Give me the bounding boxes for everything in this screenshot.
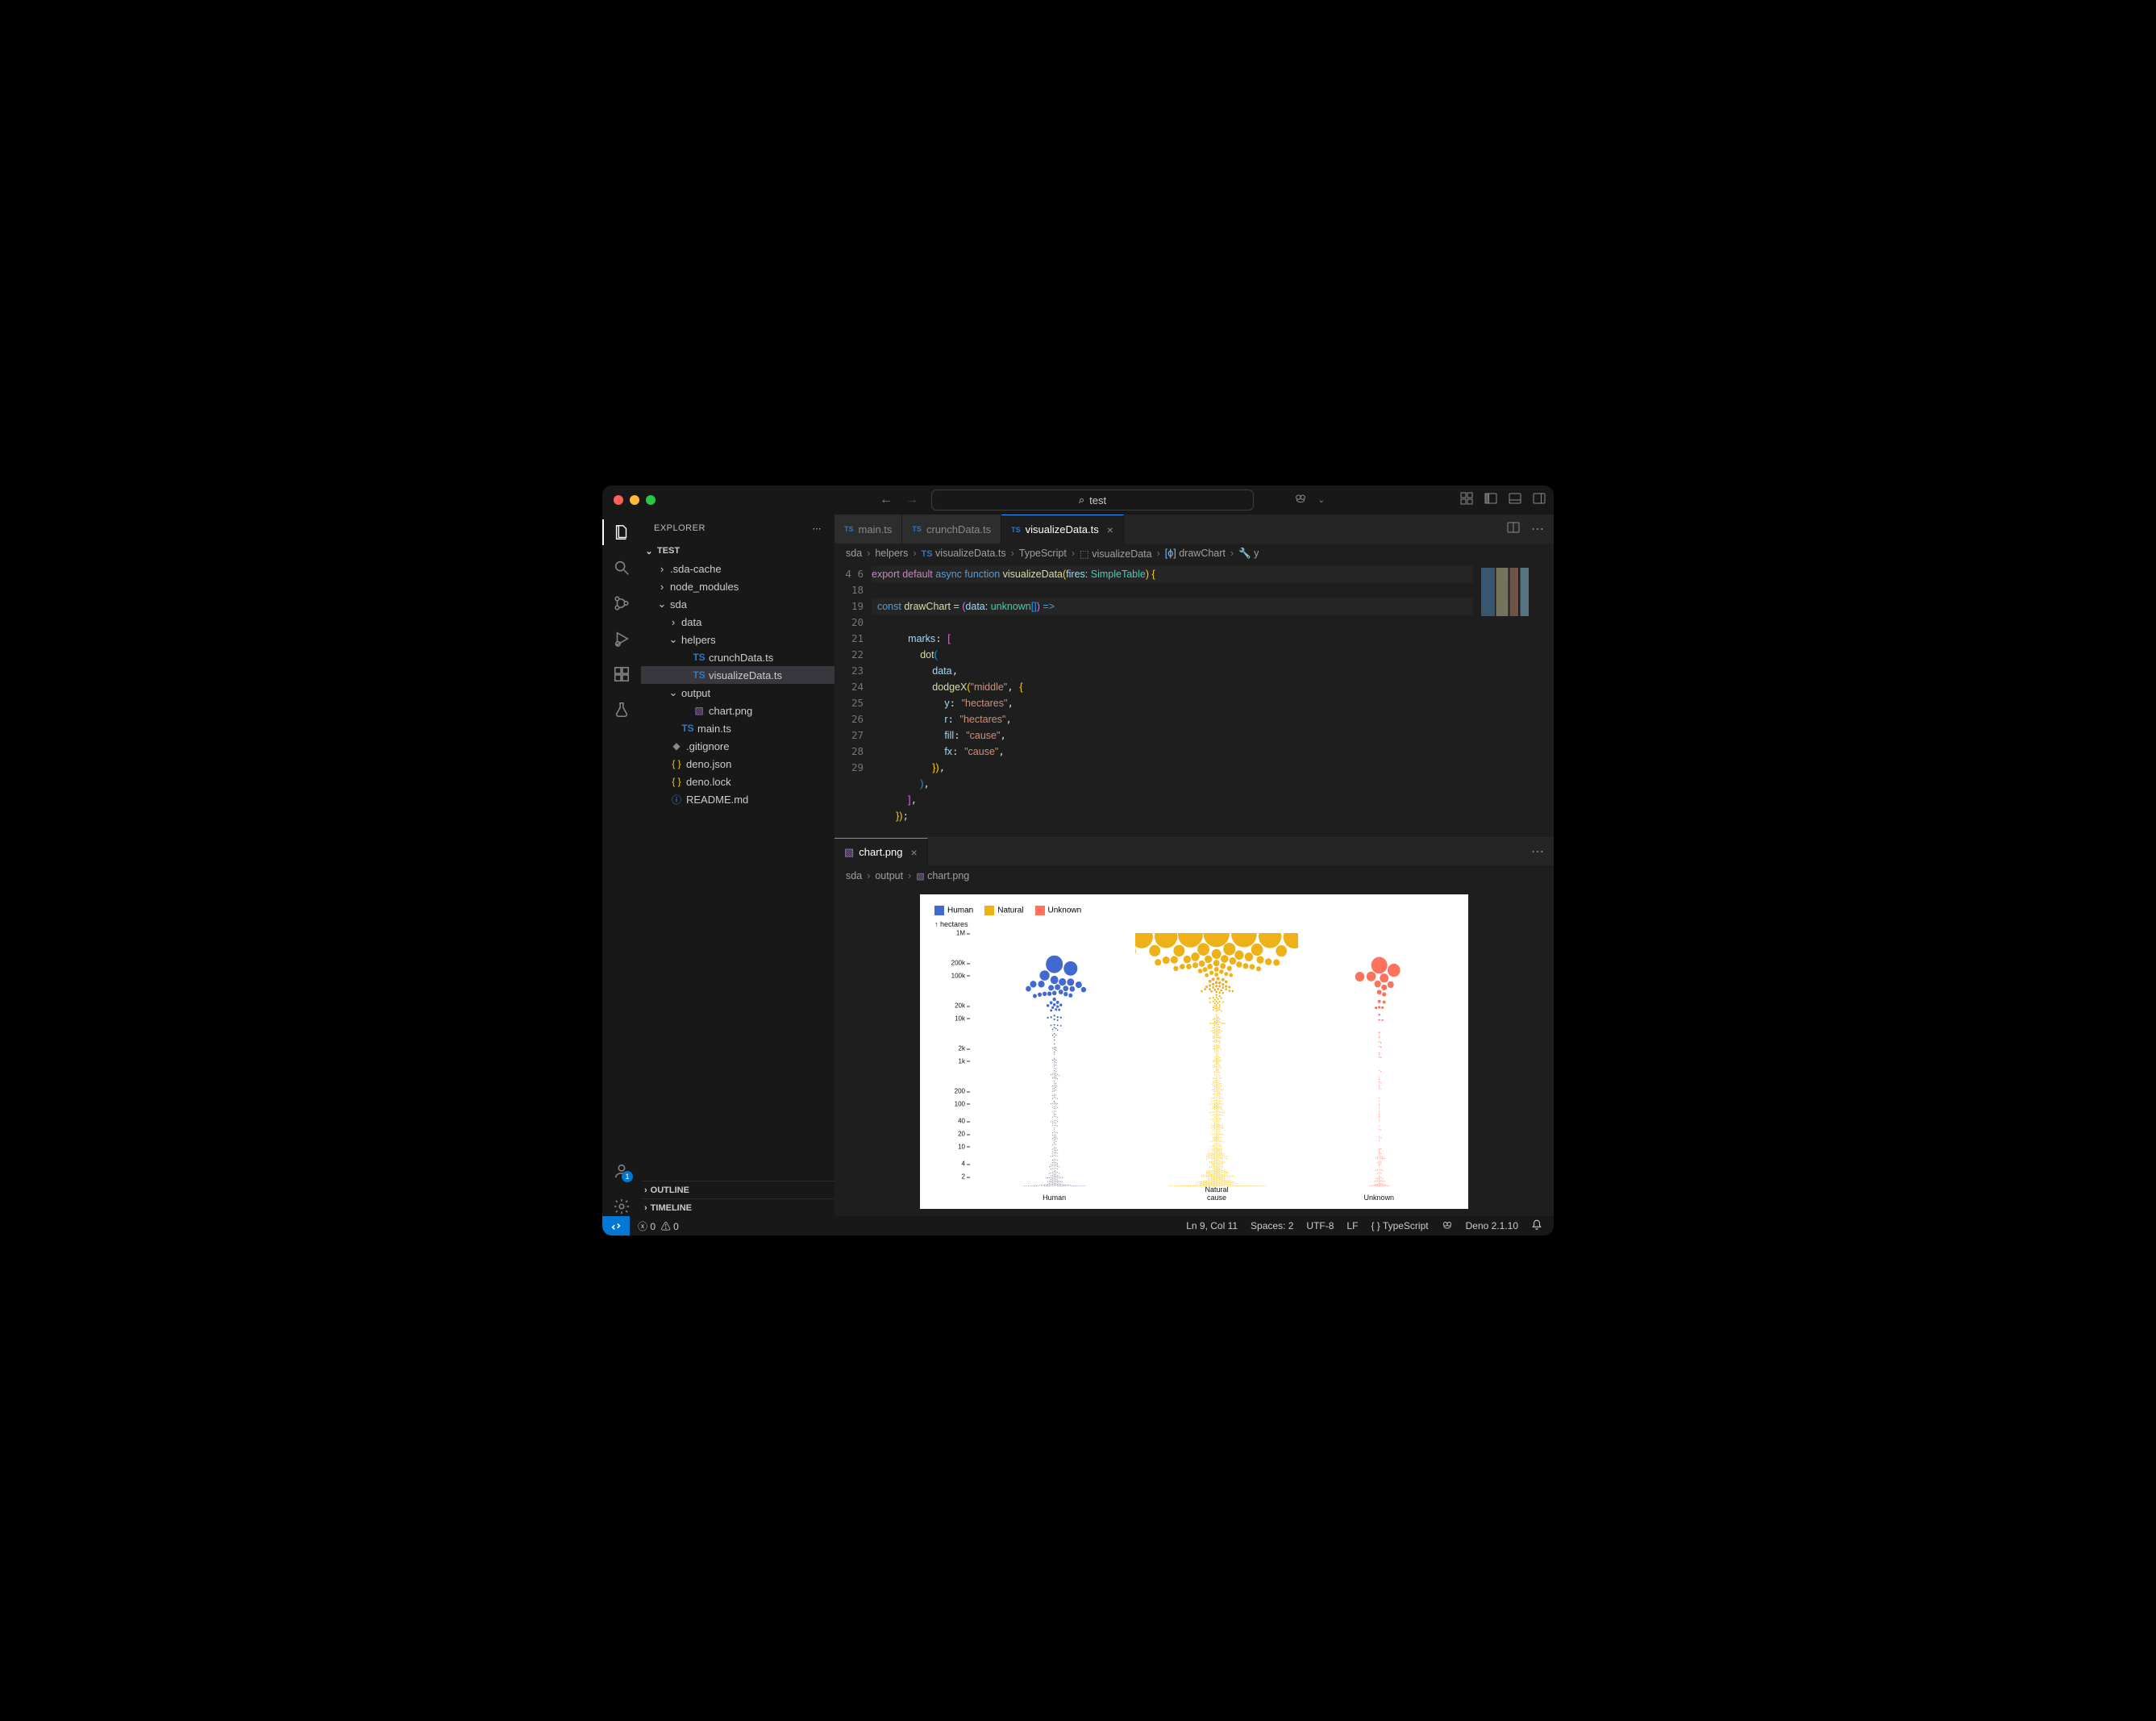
split-editor-icon[interactable] xyxy=(1507,521,1520,538)
facet-label: Natural cause xyxy=(1135,1186,1297,1202)
chart-preview: Human Natural Unknown ↑ hectares 1M200k100… xyxy=(920,894,1468,1209)
file-tree: ⌄TEST ›.sda-cache›node_modules⌄sda›data⌄… xyxy=(641,542,835,1181)
accounts-badge: 1 xyxy=(622,1171,633,1182)
tree-folder[interactable]: ›node_modules xyxy=(641,577,835,595)
breadcrumb-item[interactable]: sda xyxy=(846,548,862,559)
breadcrumb-item[interactable]: 🔧 y xyxy=(1238,548,1259,560)
status-copilot-icon[interactable] xyxy=(1442,1219,1453,1233)
explorer-title: EXPLORER xyxy=(654,523,705,533)
tree-folder[interactable]: ›.sda-cache xyxy=(641,560,835,577)
editor-group: TSmain.tsTScrunchData.tsTSvisualizeData.… xyxy=(835,515,1554,1216)
tree-file[interactable]: { }deno.json xyxy=(641,755,835,773)
status-bar: ⓧ 0 ⚠ 0 Ln 9, Col 11 Spaces: 2 UTF-8 LF … xyxy=(602,1216,1554,1236)
breadcrumb-item[interactable]: ▧ chart.png xyxy=(916,870,969,881)
legend-item: Natural xyxy=(984,906,1023,915)
code-editor[interactable]: 4 6 18 19 20 21 22 23 24 25 26 27 28 29 … xyxy=(835,563,1554,837)
tree-file[interactable]: TScrunchData.ts xyxy=(641,648,835,666)
activity-run-debug-icon[interactable] xyxy=(612,629,631,648)
tree-folder[interactable]: ⌄helpers xyxy=(641,631,835,648)
tree-folder[interactable]: ›data xyxy=(641,613,835,631)
outline-section[interactable]: ›OUTLINE xyxy=(641,1181,835,1198)
tree-folder[interactable]: ⌄output xyxy=(641,684,835,702)
preview-tabs: ▧chart.png× ⋯ xyxy=(835,838,1554,865)
breadcrumb-item[interactable]: output xyxy=(875,870,903,881)
minimap[interactable] xyxy=(1473,563,1554,837)
tree-folder[interactable]: ⌄sda xyxy=(641,595,835,613)
status-runtime[interactable]: Deno 2.1.10 xyxy=(1466,1220,1518,1231)
explorer-more-icon[interactable]: ⋯ xyxy=(813,523,822,534)
editor-more-icon[interactable]: ⋯ xyxy=(1531,521,1544,537)
activity-source-control-icon[interactable] xyxy=(612,594,631,613)
activity-extensions-icon[interactable] xyxy=(612,665,631,684)
status-cursor-position[interactable]: Ln 9, Col 11 xyxy=(1186,1220,1238,1231)
facet-label: Human xyxy=(973,1194,1135,1202)
editor-tab[interactable]: ▧chart.png× xyxy=(835,838,928,865)
status-problems[interactable]: ⓧ 0 ⚠ 0 xyxy=(638,1219,679,1233)
tree-file[interactable]: TSvisualizeData.ts xyxy=(641,666,835,684)
toggle-panel-left-icon[interactable] xyxy=(1484,492,1497,509)
breadcrumb-item[interactable]: [ϕ] drawChart xyxy=(1165,548,1226,559)
preview-panel: ▧chart.png× ⋯ sda›output›▧ chart.png Huma… xyxy=(835,837,1554,1216)
chart-y-axis: 1M200k100k20k10k2k1k20010040201042 xyxy=(934,933,965,1177)
legend-item: Human xyxy=(934,906,973,915)
preview-more-icon[interactable]: ⋯ xyxy=(1531,844,1544,860)
timeline-section[interactable]: ›TIMELINE xyxy=(641,1198,835,1216)
breadcrumb[interactable]: sda›helpers›TS visualizeData.ts›TypeScri… xyxy=(835,544,1554,563)
status-eol[interactable]: LF xyxy=(1346,1220,1358,1231)
minimize-window-button[interactable] xyxy=(630,495,639,505)
activity-bar: 1 xyxy=(602,515,641,1216)
remote-indicator[interactable] xyxy=(602,1216,630,1236)
breadcrumb-item[interactable]: helpers xyxy=(875,548,908,559)
close-tab-icon[interactable]: × xyxy=(1107,523,1113,536)
chart-legend: Human Natural Unknown xyxy=(934,906,1081,915)
preview-breadcrumb[interactable]: sda›output›▧ chart.png xyxy=(835,865,1554,886)
titlebar: ← → ⌕ test ⌄ xyxy=(602,485,1554,515)
activity-search-icon[interactable] xyxy=(612,558,631,577)
tree-file[interactable]: ⓘREADME.md xyxy=(641,790,835,808)
maximize-window-button[interactable] xyxy=(646,495,656,505)
command-center[interactable]: ⌕ test xyxy=(931,490,1254,510)
warning-icon: ⚠ xyxy=(661,1221,671,1232)
activity-settings-icon[interactable] xyxy=(612,1197,631,1216)
facet-label: Unknown xyxy=(1298,1194,1460,1202)
editor-tab[interactable]: TSmain.ts xyxy=(835,515,902,544)
editor-tab[interactable]: TSvisualizeData.ts× xyxy=(1001,515,1124,544)
nav-back-icon[interactable]: ← xyxy=(880,493,893,507)
status-language-mode[interactable]: { } TypeScript xyxy=(1371,1220,1428,1231)
search-icon: ⌕ xyxy=(1079,494,1084,506)
breadcrumb-item[interactable]: TS visualizeData.ts xyxy=(922,548,1006,559)
nav-forward-icon[interactable]: → xyxy=(905,493,918,507)
vscode-window: ← → ⌕ test ⌄ 1 xyxy=(602,485,1554,1236)
breadcrumb-item[interactable]: sda xyxy=(846,870,862,881)
activity-testing-icon[interactable] xyxy=(612,700,631,719)
activity-accounts-icon[interactable]: 1 xyxy=(612,1161,631,1181)
status-encoding[interactable]: UTF-8 xyxy=(1306,1220,1334,1231)
explorer-sidebar: EXPLORER ⋯ ⌄TEST ›.sda-cache›node_module… xyxy=(641,515,835,1216)
tree-file[interactable]: ◆.gitignore xyxy=(641,737,835,755)
breadcrumb-item[interactable]: TypeScript xyxy=(1019,548,1067,559)
chart-facets: HumanNatural causeUnknown xyxy=(973,933,1460,1186)
window-controls xyxy=(614,495,656,505)
chart-y-label: ↑ hectares xyxy=(934,920,968,928)
tree-root[interactable]: ⌄TEST xyxy=(641,542,835,560)
editor-tabs: TSmain.tsTScrunchData.tsTSvisualizeData.… xyxy=(835,515,1554,544)
copilot-icon[interactable] xyxy=(1294,492,1307,509)
command-center-text: test xyxy=(1089,494,1106,506)
close-window-button[interactable] xyxy=(614,495,623,505)
tree-file[interactable]: ▧chart.png xyxy=(641,702,835,719)
toggle-panel-bottom-icon[interactable] xyxy=(1509,492,1521,509)
activity-explorer-icon[interactable] xyxy=(612,523,631,542)
tree-file[interactable]: { }deno.lock xyxy=(641,773,835,790)
breadcrumb-item[interactable]: ⬚ visualizeData xyxy=(1080,548,1152,560)
copilot-chevron-icon[interactable]: ⌄ xyxy=(1318,496,1325,505)
legend-item: Unknown xyxy=(1035,906,1082,915)
toggle-panel-right-icon[interactable] xyxy=(1533,492,1546,509)
editor-tab[interactable]: TScrunchData.ts xyxy=(902,515,1001,544)
error-icon: ⓧ xyxy=(638,1221,647,1232)
layout-customize-icon[interactable] xyxy=(1460,492,1473,509)
status-notifications-icon[interactable] xyxy=(1531,1219,1542,1233)
tree-file[interactable]: TSmain.ts xyxy=(641,719,835,737)
close-tab-icon[interactable]: × xyxy=(911,846,918,859)
status-indentation[interactable]: Spaces: 2 xyxy=(1251,1220,1293,1231)
